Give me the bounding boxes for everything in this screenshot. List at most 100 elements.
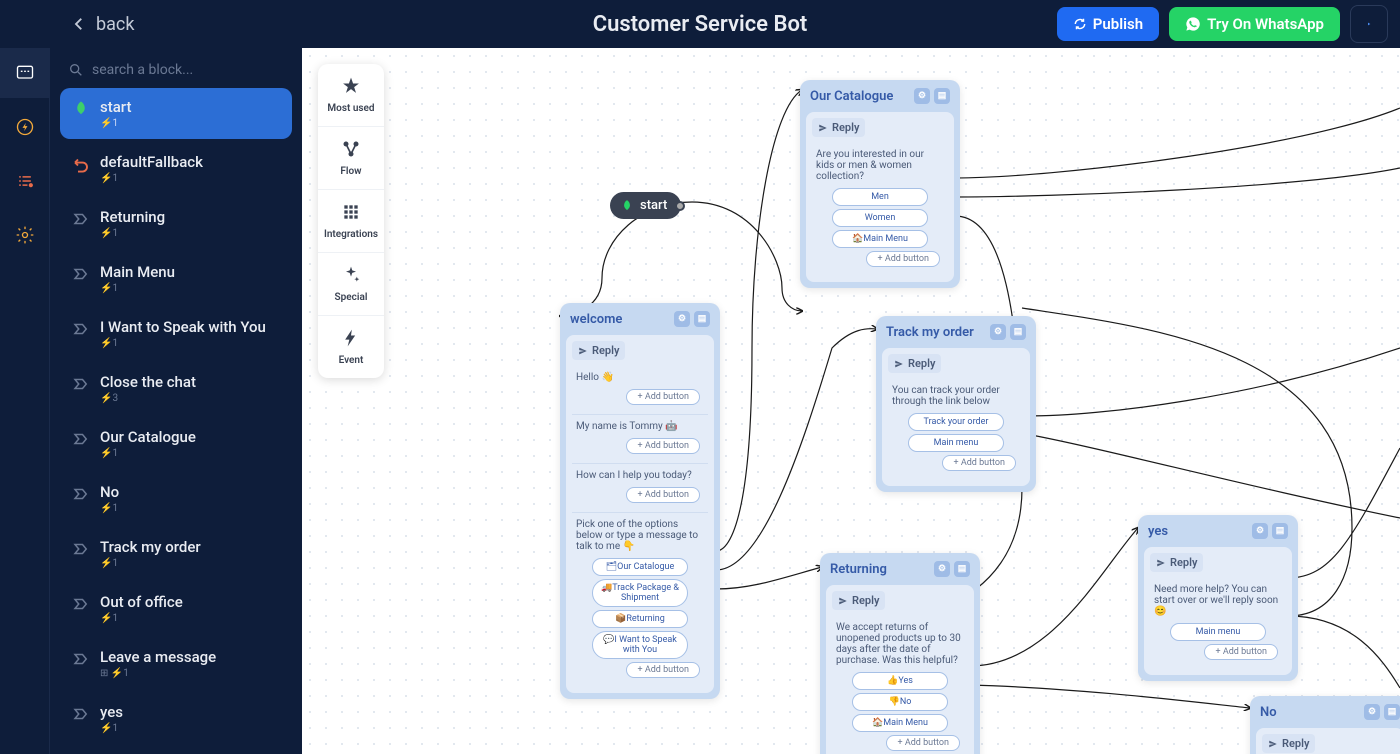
chip-track-order[interactable]: Track your order: [908, 413, 1004, 431]
block-item-agent-handoff[interactable]: Agent Handoff⊞ ⚡2: [60, 748, 292, 754]
tool-flow[interactable]: Flow: [318, 127, 384, 190]
block-item-returning[interactable]: Returning⚡1: [60, 198, 292, 249]
sparkle-icon: [341, 265, 361, 288]
gear-icon[interactable]: ⚙: [914, 88, 930, 104]
reply-badge: Reply: [1150, 553, 1203, 572]
node-track[interactable]: Track my order⚙▤ Reply You can track you…: [876, 316, 1036, 492]
chip-no[interactable]: 👎No: [852, 693, 948, 711]
block-item-i-want-to-speak-with-you[interactable]: I Want to Speak with You⚡1: [60, 308, 292, 359]
top-actions: Publish Try On WhatsApp: [1057, 5, 1388, 43]
node-welcome[interactable]: welcome⚙▤ Reply Hello 👋+ Add button My n…: [560, 303, 720, 699]
bolt-icon: [341, 328, 361, 351]
block-item-leave-a-message[interactable]: Leave a message⊞ ⚡1: [60, 638, 292, 689]
chip-men[interactable]: Men: [832, 188, 928, 206]
chip-mainmenu[interactable]: 🏠Main Menu: [852, 714, 948, 732]
block-item-main-menu[interactable]: Main Menu⚡1: [60, 253, 292, 304]
doc-icon[interactable]: ▤: [934, 88, 950, 104]
chip-mainmenu[interactable]: Main menu: [908, 434, 1004, 452]
gear-icon[interactable]: ⚙: [674, 311, 690, 327]
chip-returning[interactable]: 📦Returning: [592, 610, 688, 628]
tag-icon: [72, 265, 90, 283]
chip-women[interactable]: Women: [832, 209, 928, 227]
chip-yes[interactable]: 👍Yes: [852, 672, 948, 690]
chip-track[interactable]: 🚚Track Package & Shipment: [592, 579, 688, 607]
doc-icon[interactable]: ▤: [1010, 324, 1026, 340]
tool-integrations[interactable]: Integrations: [318, 190, 384, 253]
reply-badge: Reply: [1262, 734, 1315, 753]
block-item-start[interactable]: start⚡1: [60, 88, 292, 139]
tag-icon: [72, 540, 90, 558]
gear-icon[interactable]: ⚙: [990, 324, 1006, 340]
rail-list-icon[interactable]: [0, 156, 50, 206]
tool-most-used[interactable]: Most used: [318, 64, 384, 127]
publish-button[interactable]: Publish: [1057, 7, 1159, 41]
rail-chat-icon[interactable]: [0, 48, 50, 98]
add-button[interactable]: + Add button: [886, 735, 960, 751]
canvas[interactable]: Most usedFlowIntegrationsSpecialEvent st…: [302, 48, 1400, 754]
tag-icon: [72, 210, 90, 228]
toolbox: Most usedFlowIntegrationsSpecialEvent: [318, 64, 384, 378]
block-item-our-catalogue[interactable]: Our Catalogue⚡1: [60, 418, 292, 469]
add-button[interactable]: + Add button: [1204, 644, 1278, 660]
chip-mainmenu[interactable]: 🏠Main Menu: [832, 230, 928, 248]
add-button[interactable]: + Add button: [866, 251, 940, 267]
block-sidebar: search a block... start⚡1defaultFallback…: [50, 48, 302, 754]
back-button[interactable]: back: [70, 14, 134, 35]
search-input[interactable]: search a block...: [60, 56, 292, 84]
doc-icon[interactable]: ▤: [694, 311, 710, 327]
node-catalogue[interactable]: Our Catalogue⚙▤ Reply Are you interested…: [800, 80, 960, 288]
block-item-no[interactable]: No⚡1: [60, 473, 292, 524]
add-button[interactable]: + Add button: [626, 389, 700, 405]
chip-speak[interactable]: 💬I Want to Speak with You: [592, 631, 688, 659]
chip-mainmenu[interactable]: Main menu: [1170, 623, 1266, 641]
reply-badge: Reply: [832, 591, 885, 610]
rocket-icon: [72, 100, 90, 118]
add-button[interactable]: + Add button: [942, 455, 1016, 471]
tag-icon: [72, 320, 90, 338]
tag-icon: [72, 650, 90, 668]
add-button[interactable]: + Add button: [626, 662, 700, 678]
port[interactable]: [675, 201, 685, 211]
tool-event[interactable]: Event: [318, 316, 384, 378]
star-icon: [341, 76, 361, 99]
tag-icon: [72, 430, 90, 448]
topbar: back Customer Service Bot Publish Try On…: [0, 0, 1400, 48]
block-item-yes[interactable]: yes⚡1: [60, 693, 292, 744]
block-item-out-of-office[interactable]: Out of office⚡1: [60, 583, 292, 634]
tag-icon: [72, 375, 90, 393]
rail-settings-icon[interactable]: [0, 210, 50, 260]
gear-icon[interactable]: ⚙: [934, 561, 950, 577]
rocket-icon: [620, 199, 634, 213]
grid-icon: [341, 202, 361, 225]
gear-icon[interactable]: ⚙: [1364, 704, 1380, 720]
add-button[interactable]: + Add button: [626, 487, 700, 503]
tag-icon: [72, 595, 90, 613]
undo-icon: [72, 155, 90, 173]
block-item-track-my-order[interactable]: Track my order⚡1: [60, 528, 292, 579]
play-button[interactable]: [1350, 5, 1388, 43]
rail-lightning-icon[interactable]: [0, 102, 50, 152]
start-node[interactable]: start: [610, 192, 681, 219]
reply-badge: Reply: [572, 341, 625, 360]
node-returning[interactable]: Returning⚙▤ Reply We accept returns of u…: [820, 553, 980, 754]
tag-icon: [72, 485, 90, 503]
reply-badge: Reply: [812, 118, 865, 137]
doc-icon[interactable]: ▤: [954, 561, 970, 577]
block-item-defaultfallback[interactable]: defaultFallback⚡1: [60, 143, 292, 194]
gear-icon[interactable]: ⚙: [1252, 523, 1268, 539]
chip-catalogue[interactable]: 🗂Our Catalogue: [592, 558, 688, 576]
search-icon: [68, 62, 84, 78]
doc-icon[interactable]: ▤: [1384, 704, 1400, 720]
reply-badge: Reply: [888, 354, 941, 373]
tag-icon: [72, 705, 90, 723]
node-no[interactable]: No⚙▤ Reply: [1250, 696, 1400, 754]
whatsapp-button[interactable]: Try On WhatsApp: [1169, 7, 1340, 41]
doc-icon[interactable]: ▤: [1272, 523, 1288, 539]
node-yes[interactable]: yes⚙▤ Reply Need more help? You can star…: [1138, 515, 1298, 681]
block-item-close-the-chat[interactable]: Close the chat⚡3: [60, 363, 292, 414]
flow-icon: [341, 139, 361, 162]
add-button[interactable]: + Add button: [626, 438, 700, 454]
tool-special[interactable]: Special: [318, 253, 384, 316]
back-label: back: [96, 14, 134, 35]
left-rail: [0, 0, 50, 754]
